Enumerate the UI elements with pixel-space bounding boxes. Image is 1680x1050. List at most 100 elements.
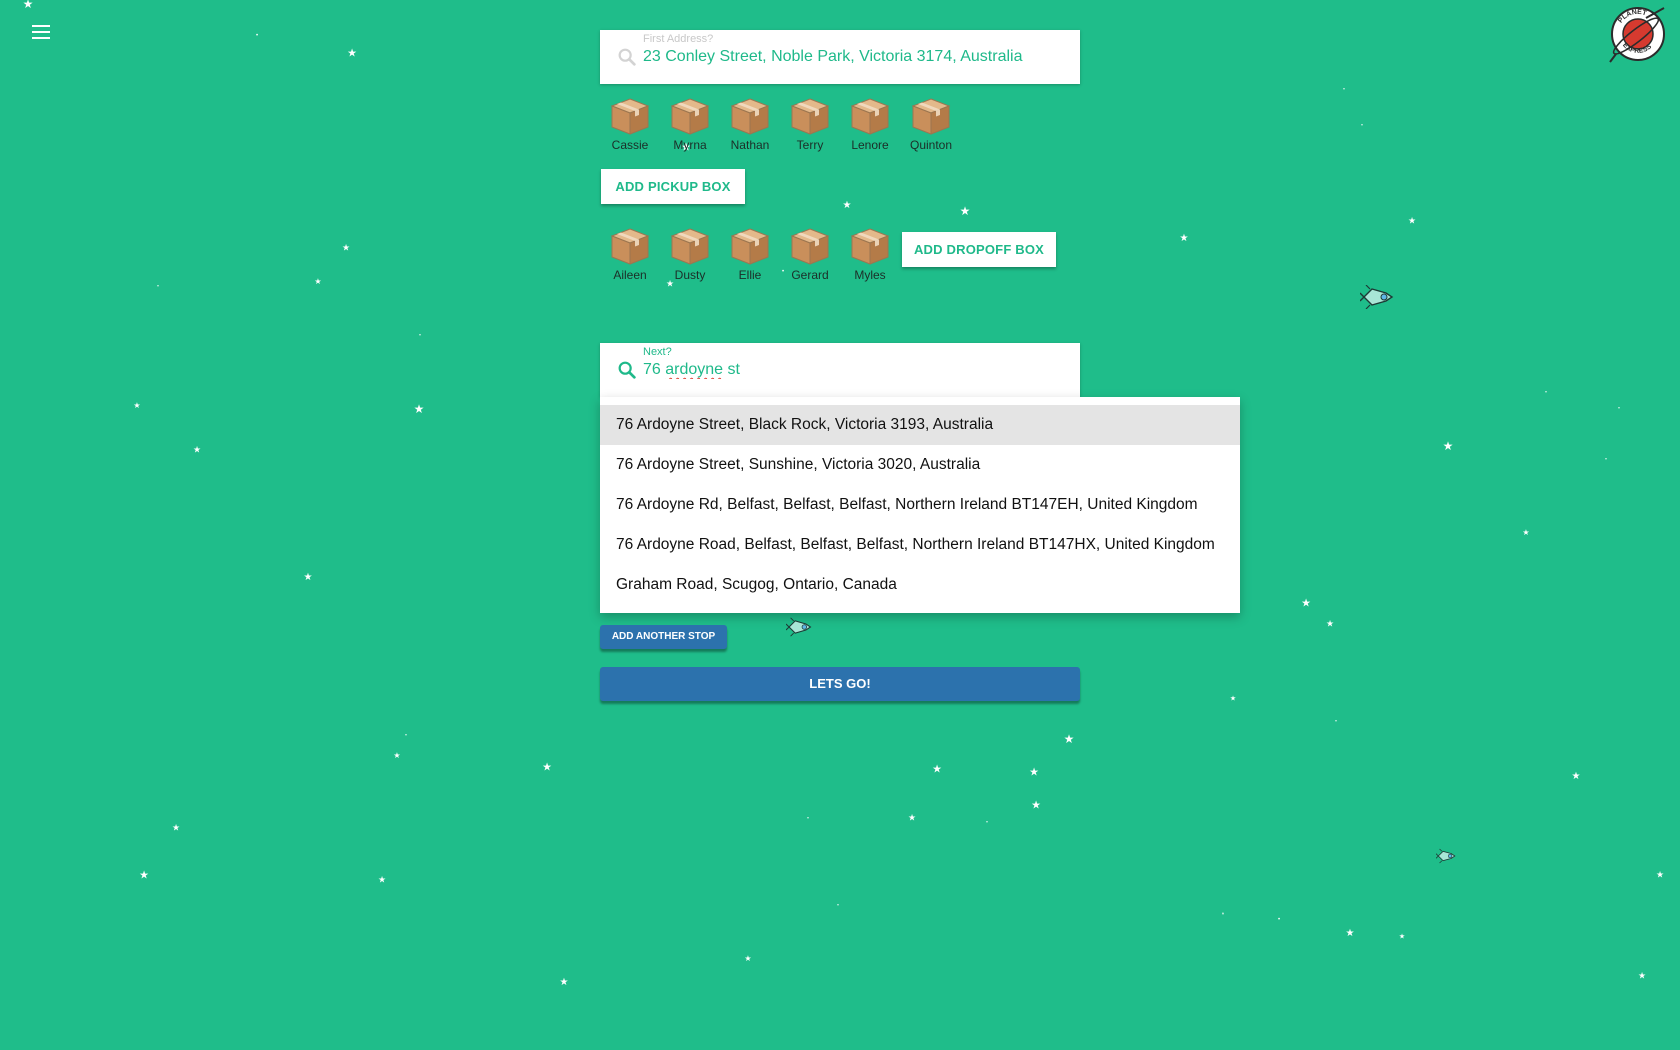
star-decoration: ★ (1398, 933, 1406, 941)
star-decoration: ★ (559, 977, 569, 988)
star-decoration: • (1343, 86, 1345, 93)
star-decoration: • (837, 902, 839, 909)
star-decoration: ★ (139, 869, 149, 882)
star-decoration: ★ (413, 402, 425, 416)
star-decoration: ★ (1031, 799, 1041, 812)
next-stop-text: st (723, 361, 740, 378)
package-icon (850, 98, 890, 135)
package-icon (911, 98, 951, 135)
star-decoration: • (157, 283, 159, 290)
dropoff-box[interactable]: Aileen (600, 226, 660, 282)
star-decoration: ★ (1029, 766, 1039, 779)
star-decoration: ★ (1655, 869, 1665, 880)
next-stop-text: 76 (643, 361, 666, 378)
star-decoration: • (1618, 405, 1620, 412)
pickup-box-label: Myrna (673, 138, 707, 152)
pickup-box[interactable]: Myrna (660, 96, 720, 152)
star-decoration: ★ (542, 761, 552, 774)
star-decoration: ★ (1063, 732, 1075, 746)
next-stop-input[interactable]: 76 ardoyne st (643, 361, 1063, 379)
dropoff-box[interactable]: Ellie (720, 226, 780, 282)
star-decoration: • (1545, 389, 1547, 396)
first-address-label: First Address? (643, 33, 714, 45)
star-decoration: • (1361, 122, 1363, 129)
package-icon (730, 228, 770, 265)
dropoff-box-label: Dusty (674, 268, 706, 282)
star-decoration: ★ (192, 444, 202, 455)
pickup-box[interactable]: Lenore (840, 96, 900, 152)
first-address-field[interactable]: First Address? 23 Conley Street, Noble P… (600, 30, 1080, 84)
pickup-box[interactable]: Terry (780, 96, 840, 152)
spaceship-icon (1359, 284, 1394, 314)
add-another-stop-button[interactable]: ADD ANOTHER STOP (600, 625, 727, 649)
star-decoration: ★ (1571, 771, 1581, 782)
next-stop-field[interactable]: Next? 76 ardoyne st (600, 343, 1080, 397)
star-decoration: ★ (133, 401, 141, 410)
dropoff-box[interactable]: Dusty (660, 226, 720, 282)
star-decoration: ★ (842, 200, 852, 211)
suggestion-item[interactable]: 76 Ardoyne Street, Sunshine, Victoria 30… (600, 445, 1240, 485)
star-decoration: ★ (347, 47, 357, 60)
add-pickup-box-button[interactable]: ADD PICKUP BOX (601, 169, 745, 204)
star-decoration: • (405, 732, 407, 739)
dropoff-box-label: Gerard (791, 268, 829, 282)
star-decoration: ★ (959, 204, 971, 218)
lets-go-button[interactable]: LETS GO! (600, 667, 1080, 701)
pickup-box-label: Lenore (851, 138, 889, 152)
address-suggestions-dropdown: 76 Ardoyne Street, Black Rock, Victoria … (600, 397, 1240, 613)
star-decoration: • (807, 815, 809, 822)
search-icon (616, 359, 638, 381)
star-decoration: ★ (1229, 695, 1237, 703)
dropoff-box[interactable]: Myles (840, 226, 900, 282)
pickup-box[interactable]: Quinton (901, 96, 961, 152)
star-decoration: ★ (1345, 928, 1355, 939)
package-icon (610, 98, 650, 135)
next-stop-label: Next? (643, 346, 672, 358)
star-decoration: ★ (932, 763, 942, 776)
star-decoration: ★ (171, 822, 181, 833)
star-decoration: ★ (314, 277, 322, 286)
star-decoration: ★ (341, 242, 351, 253)
first-address-value[interactable]: 23 Conley Street, Noble Park, Victoria 3… (643, 48, 1063, 66)
suggestion-item[interactable]: 76 Ardoyne Road, Belfast, Belfast, Belfa… (600, 525, 1240, 565)
package-icon (670, 228, 710, 265)
star-decoration: ★ (393, 751, 401, 760)
dropoff-box[interactable]: Gerard (780, 226, 840, 282)
app-background: ★ • ★ ★ ★ • • ★ ★ ★ ★ • ★ ★ ★ ★ ★ ★ ★ ★ • ★ ★ ★ • • ★ ★ • • • ★ ★ ★ ★ ★ ★ ★ ★ ★… (0, 0, 1680, 1050)
dropoff-box-label: Ellie (738, 268, 762, 282)
suggestion-item[interactable]: Graham Road, Scugog, Ontario, Canada (600, 565, 1240, 605)
next-stop-misspelled-word: ardoyne (665, 361, 724, 378)
pickup-box[interactable]: Cassie (600, 96, 660, 152)
pickup-box-label: Terry (796, 138, 824, 152)
star-decoration: ★ (1407, 215, 1417, 226)
dropoff-box-label: Myles (854, 268, 886, 282)
spaceship-icon (1435, 848, 1456, 869)
spaceship-icon (785, 617, 812, 642)
dropoff-box-label: Aileen (613, 268, 647, 282)
star-decoration: ★ (744, 954, 752, 963)
add-dropoff-box-button[interactable]: ADD DROPOFF BOX (902, 232, 1056, 267)
package-icon (790, 228, 830, 265)
package-icon (730, 98, 770, 135)
star-decoration: • (1222, 911, 1224, 918)
star-decoration: • (1222, 910, 1224, 915)
pickup-box[interactable]: Nathan (720, 96, 780, 152)
star-decoration: ★ (377, 874, 387, 885)
star-decoration: ★ (1325, 618, 1335, 629)
suggestion-item[interactable]: 76 Ardoyne Rd, Belfast, Belfast, Belfast… (600, 485, 1240, 525)
star-decoration: • (1277, 917, 1281, 923)
pickup-box-label: Cassie (611, 138, 649, 152)
search-icon (616, 46, 638, 68)
star-decoration: • (419, 332, 421, 339)
star-decoration: ★ (1637, 970, 1647, 981)
star-decoration: ★ (1522, 528, 1530, 537)
star-decoration: ★ (907, 812, 917, 823)
package-icon (670, 98, 710, 135)
star-decoration: • (1335, 718, 1337, 725)
star-decoration: ★ (1301, 597, 1311, 610)
suggestion-item[interactable]: 76 Ardoyne Street, Black Rock, Victoria … (600, 405, 1240, 445)
star-decoration: • (986, 819, 988, 826)
menu-button[interactable] (28, 22, 54, 44)
star-decoration: • (255, 33, 259, 39)
pickup-box-label: Quinton (909, 138, 953, 152)
